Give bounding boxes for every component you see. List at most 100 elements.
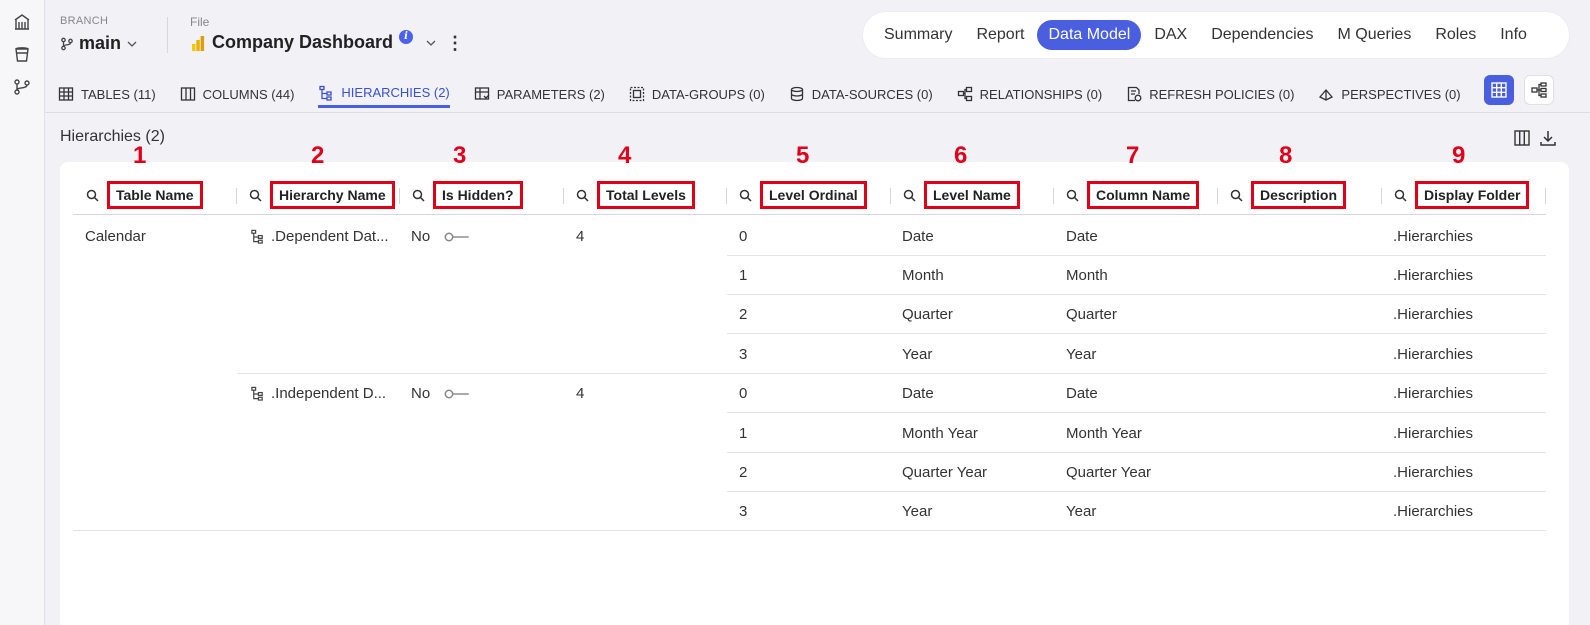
download-icon[interactable] [1538, 128, 1558, 148]
nav-data-model[interactable]: Data Model [1037, 20, 1142, 50]
hierarchy-icon [251, 229, 263, 244]
tab-refresh-policies[interactable]: REFRESH POLICIES (0) [1126, 72, 1294, 108]
level-ordinal-cell: 2 [739, 464, 748, 481]
column-separator[interactable] [1217, 188, 1218, 204]
column-header-description[interactable]: Description [1228, 178, 1347, 212]
annotation-number: 6 [954, 142, 968, 169]
hierarchy-name-cell[interactable]: .Dependent Dat... [250, 228, 389, 245]
hidden-toggle[interactable] [444, 389, 470, 399]
column-header-table-name[interactable]: Table Name [84, 178, 203, 212]
bucket-icon[interactable] [11, 43, 33, 65]
tab-data-groups[interactable]: DATA-GROUPS (0) [629, 72, 765, 108]
tab-data-sources[interactable]: DATA-SOURCES (0) [789, 72, 933, 108]
header-divider [167, 17, 168, 53]
row-divider [237, 373, 1546, 374]
row-divider [727, 452, 1546, 453]
tab-perspectives[interactable]: PERSPECTIVES (0) [1318, 72, 1461, 108]
info-icon[interactable]: i [399, 29, 414, 44]
row-divider [727, 333, 1546, 334]
branch-value: main [79, 33, 122, 53]
bank-icon[interactable] [11, 11, 33, 33]
tree-view-button[interactable] [1524, 75, 1554, 105]
refresh-policy-icon [1128, 86, 1142, 102]
search-icon[interactable] [737, 187, 753, 203]
level-name-cell: Year [902, 503, 933, 520]
file-selector[interactable]: Company Dashboard i [190, 29, 437, 53]
tab-hierarchies[interactable]: HIERARCHIES (2) [318, 72, 450, 108]
column-header-level-ordinal[interactable]: Level Ordinal [737, 178, 867, 212]
column-separator[interactable] [1053, 188, 1054, 204]
sub-tabs-divider [45, 112, 1590, 113]
column-separator[interactable] [726, 188, 727, 204]
power-bi-icon [192, 35, 205, 51]
tab-parameters[interactable]: PARAMETERS (2) [474, 72, 605, 108]
table-icon [58, 87, 74, 101]
branch-label: BRANCH [60, 15, 109, 27]
search-icon[interactable] [84, 187, 100, 203]
column-separator[interactable] [1545, 188, 1546, 204]
search-icon[interactable] [410, 187, 426, 203]
column-separator[interactable] [399, 188, 400, 204]
total-levels-cell: 4 [576, 228, 585, 245]
hierarchy-icon [319, 85, 333, 101]
tab-relationships[interactable]: RELATIONSHIPS (0) [957, 72, 1102, 108]
nav-m-queries[interactable]: M Queries [1327, 20, 1423, 50]
top-navigation: Summary Report Data Model DAX Dependenci… [863, 12, 1569, 58]
database-icon [790, 86, 803, 102]
tab-tables[interactable]: TABLES (11) [58, 72, 156, 108]
search-icon[interactable] [1064, 187, 1080, 203]
search-icon[interactable] [901, 187, 917, 203]
nav-summary[interactable]: Summary [873, 20, 963, 50]
search-icon[interactable] [1392, 187, 1408, 203]
level-name-cell: Quarter Year [902, 464, 988, 481]
column-separator[interactable] [236, 188, 237, 204]
level-ordinal-cell: 1 [739, 267, 748, 284]
column-header-is-hidden[interactable]: Is Hidden? [410, 178, 523, 212]
nav-report[interactable]: Report [965, 20, 1035, 50]
level-name-cell: Month [902, 267, 944, 284]
column-header-level-name[interactable]: Level Name [901, 178, 1020, 212]
column-name-cell: Quarter [1066, 306, 1117, 323]
branch-selector[interactable]: main [60, 33, 138, 54]
column-header-column-name[interactable]: Column Name [1064, 178, 1200, 212]
column-name-cell: Year [1066, 346, 1097, 363]
tab-columns[interactable]: COLUMNS (44) [180, 72, 294, 108]
nav-roles[interactable]: Roles [1424, 20, 1487, 50]
column-header-display-folder[interactable]: Display Folder [1392, 178, 1530, 212]
column-separator[interactable] [890, 188, 891, 204]
level-ordinal-cell: 2 [739, 306, 748, 323]
search-icon[interactable] [247, 187, 263, 203]
nav-dependencies[interactable]: Dependencies [1200, 20, 1324, 50]
is-hidden-cell: No [411, 228, 431, 245]
column-separator[interactable] [1381, 188, 1382, 204]
search-icon[interactable] [1228, 187, 1244, 203]
git-branch-icon[interactable] [11, 76, 33, 98]
column-header-total-levels[interactable]: Total Levels [574, 178, 695, 212]
display-folder-cell: .Hierarchies [1393, 228, 1474, 245]
hierarchy-name-cell[interactable]: .Independent D... [250, 385, 386, 402]
annotation-number: 7 [1126, 142, 1140, 169]
display-folder-cell: .Hierarchies [1393, 267, 1474, 284]
nav-info[interactable]: Info [1489, 20, 1538, 50]
column-separator[interactable] [563, 188, 564, 204]
grid-view-button[interactable] [1484, 75, 1514, 105]
columns-toggle-icon[interactable] [1512, 128, 1532, 148]
left-rail [0, 0, 45, 625]
column-name-cell: Quarter Year [1066, 464, 1152, 481]
columns-icon [180, 87, 195, 101]
level-ordinal-cell: 1 [739, 425, 748, 442]
table-name-cell: Calendar [85, 228, 146, 245]
level-ordinal-cell: 0 [739, 385, 748, 402]
more-options-icon[interactable]: ⋮ [446, 33, 464, 54]
level-ordinal-cell: 3 [739, 503, 748, 520]
annotation-number: 8 [1279, 142, 1293, 169]
diagram-icon [1531, 82, 1547, 98]
column-header-hierarchy-name[interactable]: Hierarchy Name [247, 178, 395, 212]
row-divider [73, 530, 1546, 531]
nav-dax[interactable]: DAX [1143, 20, 1198, 50]
hidden-toggle[interactable] [444, 232, 470, 242]
total-levels-cell: 4 [576, 385, 585, 402]
search-icon[interactable] [574, 187, 590, 203]
level-name-cell: Quarter [902, 306, 953, 323]
parameters-icon [474, 87, 490, 100]
